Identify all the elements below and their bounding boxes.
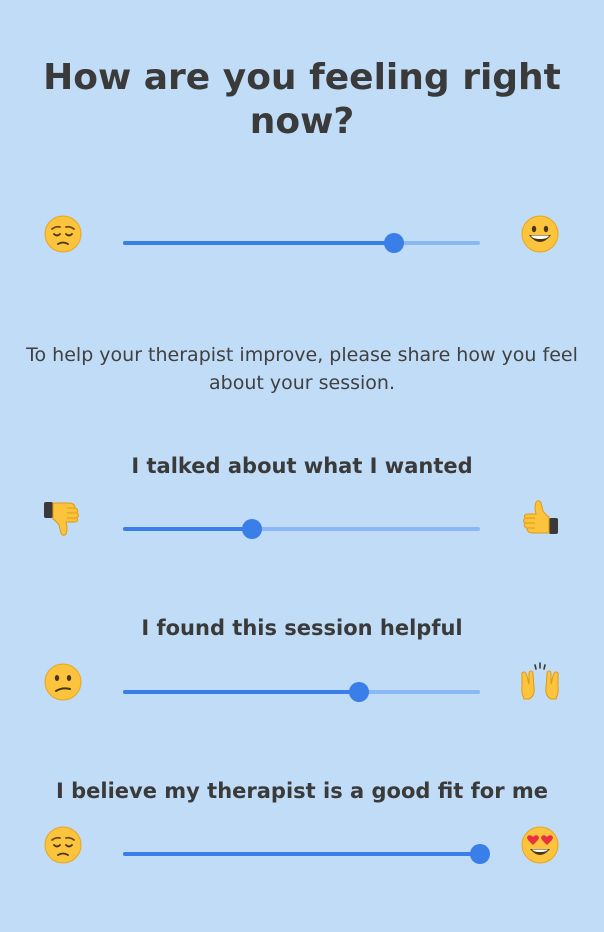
pensive-face-icon — [43, 214, 83, 254]
grinning-face-icon — [520, 214, 560, 254]
page-title: How are you feeling right now? — [43, 57, 561, 142]
mood-slider-thumb[interactable] — [384, 233, 405, 253]
question-label-talked: I talked about what I wanted — [131, 454, 473, 478]
pensive-face-icon — [43, 825, 83, 865]
good-fit-slider[interactable] — [123, 843, 490, 865]
good-fit-slider-thumb[interactable] — [470, 844, 490, 864]
mood-slider[interactable] — [123, 232, 480, 254]
talked-slider[interactable] — [123, 518, 480, 540]
helpful-slider[interactable] — [123, 681, 480, 703]
thumbs-up-icon — [520, 498, 560, 538]
intro-text: To help your therapist improve, please s… — [26, 344, 578, 394]
raising-hands-icon — [519, 662, 559, 702]
confused-face-icon — [43, 662, 83, 702]
talked-slider-thumb[interactable] — [241, 519, 262, 539]
good-fit-slider-fill — [123, 852, 480, 856]
question-label-good-fit: I believe my therapist is a good fit for… — [56, 779, 548, 803]
helpful-slider-thumb[interactable] — [348, 682, 369, 702]
heart-eyes-face-icon — [520, 825, 560, 865]
thumbs-down-icon — [42, 498, 82, 538]
talked-slider-fill — [123, 527, 252, 531]
question-label-helpful: I found this session helpful — [141, 616, 463, 640]
mood-slider-fill — [123, 241, 395, 245]
helpful-slider-fill — [123, 690, 359, 694]
